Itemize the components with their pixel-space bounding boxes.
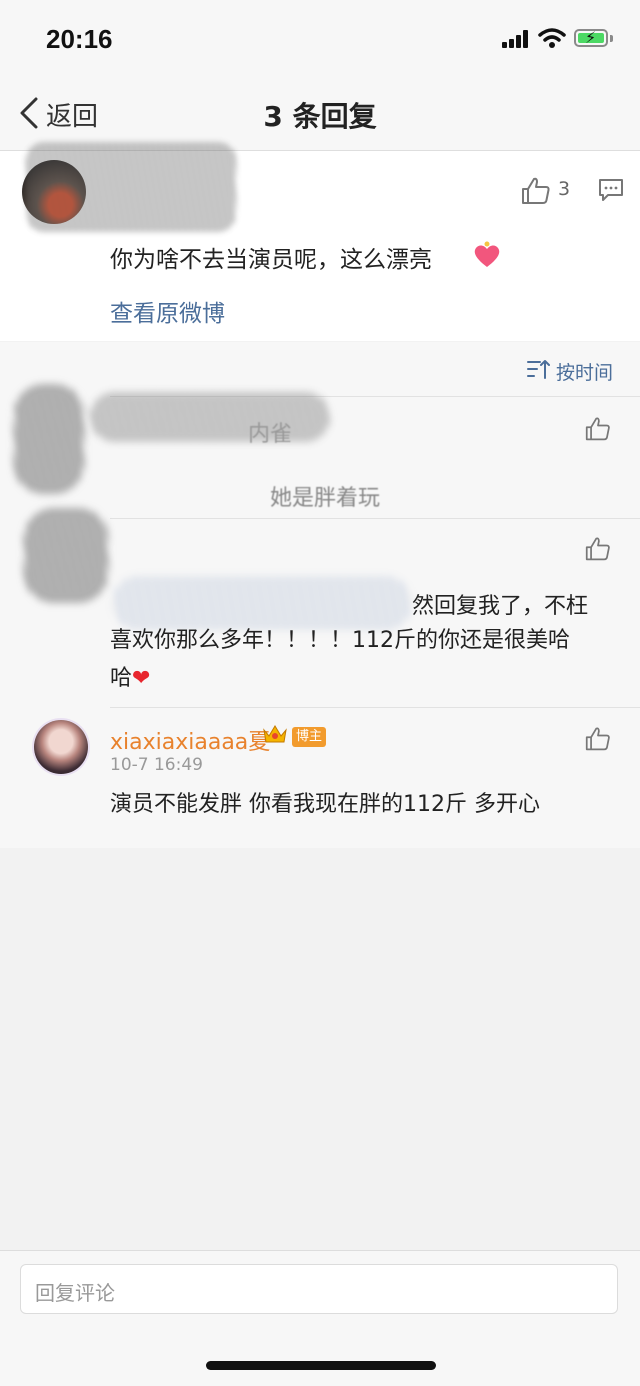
redacted-username [26,142,236,232]
avatar[interactable] [34,720,88,774]
reply-text-line: 喜欢你那么多年！！！！112斤的你还是很美哈 [110,628,570,653]
charging-bolt-icon: ⚡ [585,28,597,47]
wifi-icon [538,28,566,48]
comment-text: 你为啥不去当演员呢，这么漂亮 [110,247,432,273]
comment-icon[interactable] [598,178,624,202]
reply-input[interactable]: 回复评论 [20,1264,618,1314]
divider [110,518,640,519]
reply-timestamp: 10-7 16:49 [110,755,203,775]
reply-redacted-text: 内雀 [248,422,293,447]
blogger-badge: 博主 [292,727,327,747]
reply-redacted-text: 她是胖着玩 [270,486,381,511]
heart-icon: ❤ [132,666,151,691]
page-title: 3 条回复 [263,100,377,133]
home-indicator[interactable] [206,1361,436,1370]
thumbs-up-icon[interactable] [584,416,612,442]
thumbs-up-icon[interactable] [520,176,552,206]
thumbs-up-icon[interactable] [584,536,612,562]
battery-cap [610,35,613,42]
view-original-link[interactable]: 查看原微博 [110,294,225,328]
reply-text-line: 哈❤ [110,660,150,692]
reply-text-tail: 哈 [110,666,133,691]
signal-icon [502,30,530,48]
battery-icon: ⚡ [574,28,608,47]
divider [110,707,640,708]
crown-icon [263,725,287,743]
reply-text-line: 然回复我了，不枉 [412,594,589,619]
reply-text: 演员不能发胖 你看我现在胖的112斤 多开心 [110,792,540,817]
heart-emoji-icon [474,241,500,267]
like-count: 3 [558,178,571,200]
thumbs-up-icon[interactable] [584,726,612,752]
redacted-avatar [24,508,108,603]
redacted-username [90,392,330,442]
redacted-avatar [14,384,84,494]
sort-icon[interactable] [526,358,550,380]
status-time: 20:16 [46,24,113,54]
sort-by-time-button[interactable]: 按时间 [556,358,613,385]
reply-username[interactable]: xiaxiaxiaaaa夏 [110,724,270,756]
